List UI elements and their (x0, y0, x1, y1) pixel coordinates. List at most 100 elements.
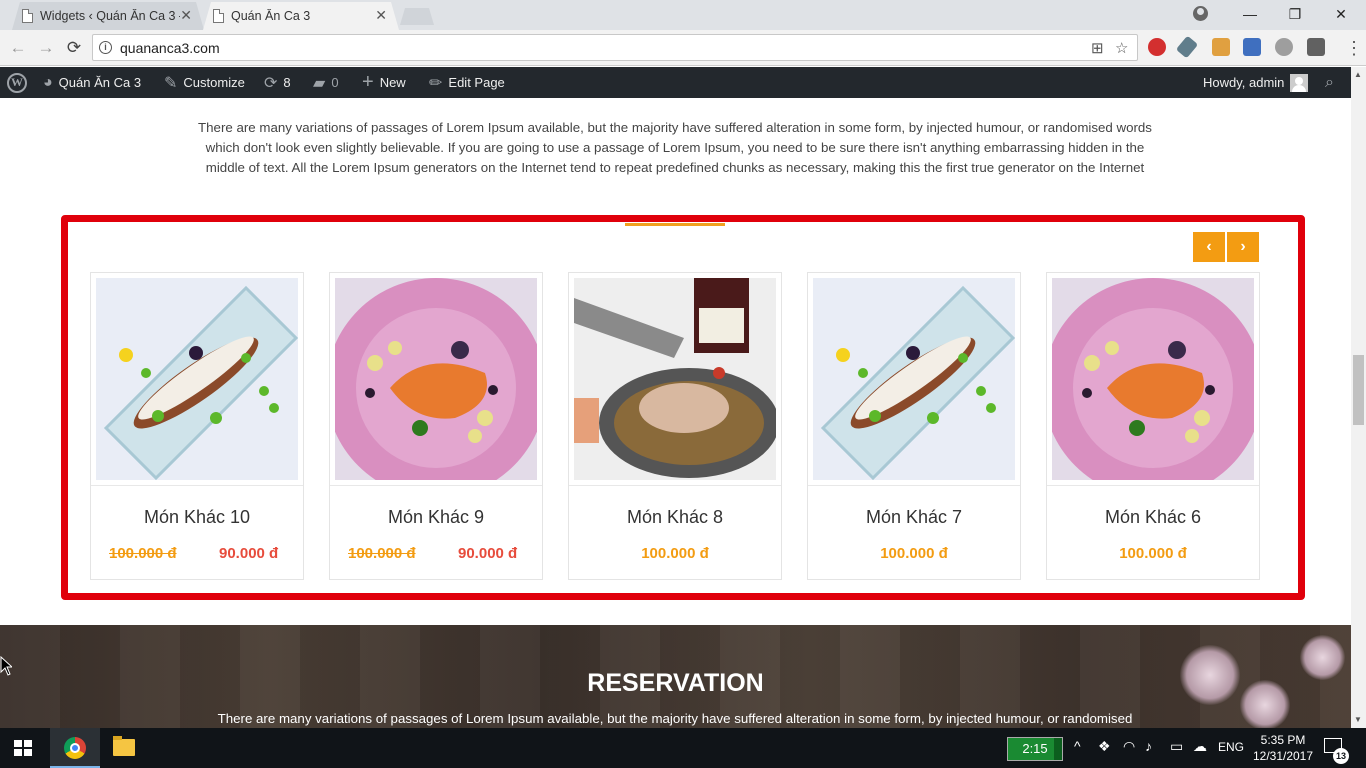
wordpress-logo[interactable]: W (7, 67, 27, 98)
avatar (1290, 73, 1309, 92)
scroll-up-icon[interactable]: ▲ (1354, 70, 1362, 79)
volume-icon[interactable]: ♪ (1145, 738, 1152, 754)
updates-icon: ⟳ (264, 74, 278, 92)
translate-icon[interactable]: ⊞ (1091, 39, 1104, 57)
chrome-icon (64, 737, 86, 759)
wifi-icon[interactable]: ◠ (1123, 738, 1135, 755)
edit-page-label: Edit Page (448, 75, 505, 90)
product-card[interactable]: Món Khác 10 100.000 đ 90.000 đ (90, 272, 304, 580)
intro-paragraph: There are many variations of passages of… (198, 120, 1152, 175)
bookmark-star-icon[interactable]: ☆ (1115, 39, 1128, 57)
updates-count: 8 (283, 75, 291, 90)
updates-link[interactable]: ⟳ 8 (264, 67, 291, 98)
close-window-button[interactable]: ✕ (1318, 0, 1364, 28)
chrome-menu-icon[interactable]: ⋮ (1345, 36, 1363, 60)
product-card[interactable]: Món Khác 7 100.000 đ (807, 272, 1021, 580)
search-icon: ⌕ (1325, 73, 1334, 91)
sale-price: 90.000 đ (219, 545, 279, 562)
slider-prev-button[interactable]: ‹ (1193, 232, 1225, 262)
extension-eyedropper-icon[interactable] (1175, 35, 1199, 59)
taskbar-chrome[interactable] (50, 728, 100, 768)
tab-title: Widgets ‹ Quán Ăn Ca 3 — (40, 9, 180, 23)
scroll-down-icon[interactable]: ▼ (1354, 715, 1362, 724)
onedrive-icon[interactable]: ☁ (1193, 738, 1207, 755)
battery-icon[interactable]: ▭ (1170, 738, 1183, 755)
show-hidden-icons-icon[interactable]: ^ (1074, 738, 1081, 754)
comments-link[interactable]: ▰ 0 (313, 67, 339, 98)
language-indicator[interactable]: ENG (1218, 740, 1244, 754)
dish-image-duck[interactable] (1052, 278, 1254, 480)
reload-icon[interactable]: ⟳ (62, 36, 86, 60)
card-divider (91, 485, 303, 486)
browser-tab-strip: Widgets ‹ Quán Ăn Ca 3 — ✕ Quán Ăn Ca 3 … (0, 0, 1366, 30)
dish-name[interactable]: Món Khác 8 (569, 507, 781, 528)
reservation-title: RESERVATION (587, 669, 764, 697)
windows-taskbar: 2:15 ^ ❖ ◠ ♪ ▭ ☁ ENG 5:35 PM 12/31/2017 … (0, 728, 1366, 768)
extension-icon-gray[interactable] (1275, 38, 1293, 56)
restore-button[interactable]: ❐ (1272, 0, 1318, 28)
edit-page-link[interactable]: ✏ Edit Page (429, 67, 505, 98)
reservation-text: There are many variations of passages of… (217, 711, 1133, 726)
battery-timer-widget[interactable]: 2:15 (1007, 737, 1063, 761)
new-label: New (379, 75, 406, 90)
dish-name[interactable]: Món Khác 9 (330, 507, 542, 528)
extension-icon-dark[interactable] (1307, 38, 1325, 56)
slider-next-button[interactable]: › (1227, 232, 1259, 262)
new-tab-button[interactable] (400, 8, 434, 25)
heading-underline-accent (625, 223, 725, 226)
dish-image-duck[interactable] (335, 278, 537, 480)
close-tab-icon[interactable]: ✕ (180, 8, 192, 22)
sale-price: 90.000 đ (458, 545, 518, 562)
card-divider (808, 485, 1020, 486)
dropbox-icon[interactable]: ❖ (1098, 738, 1111, 755)
address-bar[interactable]: i quananca3.com ⊞ ☆ (92, 34, 1138, 61)
card-divider (569, 485, 781, 486)
site-name-link[interactable]: ◕ Quán Ăn Ca 3 (43, 67, 141, 98)
price: 100.000 đ (880, 545, 948, 562)
brush-icon: ✎ (164, 74, 178, 92)
minimize-button[interactable]: — (1227, 0, 1273, 28)
wordpress-icon: W (7, 72, 27, 93)
card-divider (330, 485, 542, 486)
extension-icon-blue[interactable] (1243, 38, 1261, 56)
dish-image-fish[interactable] (96, 278, 298, 480)
page-icon (22, 9, 33, 23)
dish-image-terrine[interactable] (574, 278, 776, 480)
tab-widgets[interactable]: Widgets ‹ Quán Ăn Ca 3 — ✕ (12, 2, 204, 30)
url-text[interactable]: quananca3.com (120, 40, 220, 56)
wp-admin-bar: W ◕ Quán Ăn Ca 3 ✎ Customize ⟳ 8 ▰ 0 + N… (0, 67, 1351, 98)
extension-icon-red[interactable] (1148, 38, 1166, 56)
scrollbar-thumb[interactable] (1353, 355, 1364, 425)
customize-link[interactable]: ✎ Customize (164, 67, 245, 98)
back-icon[interactable]: ← (6, 36, 30, 60)
dish-name[interactable]: Món Khác 7 (808, 507, 1020, 528)
notification-count-badge: 13 (1333, 748, 1349, 764)
card-divider (1047, 485, 1259, 486)
dish-name[interactable]: Món Khác 6 (1047, 507, 1259, 528)
reservation-section: RESERVATION There are many variations of… (0, 625, 1351, 728)
new-content-link[interactable]: + New (362, 67, 406, 98)
profile-icon[interactable] (1193, 6, 1208, 21)
tab-quan-an-ca-3[interactable]: Quán Ăn Ca 3 ✕ (203, 2, 399, 30)
product-card[interactable]: Món Khác 6 100.000 đ (1046, 272, 1260, 580)
extension-icon-orange[interactable] (1212, 38, 1230, 56)
page-scrollbar[interactable]: ▲ ▼ (1351, 67, 1366, 728)
search-toggle[interactable]: ⌕ (1325, 67, 1334, 98)
info-icon[interactable]: i (99, 41, 112, 54)
clock-date: 12/31/2017 (1252, 749, 1314, 763)
forward-icon[interactable]: → (34, 36, 58, 60)
dish-image-fish[interactable] (813, 278, 1015, 480)
close-tab-icon[interactable]: ✕ (375, 8, 387, 22)
product-card[interactable]: Món Khác 9 100.000 đ 90.000 đ (329, 272, 543, 580)
howdy-label: Howdy, admin (1203, 75, 1285, 90)
system-clock[interactable]: 5:35 PM 12/31/2017 (1248, 732, 1318, 764)
dish-name[interactable]: Món Khác 10 (91, 507, 303, 528)
old-price: 100.000 đ (109, 545, 177, 562)
taskbar-file-explorer[interactable] (99, 728, 149, 768)
section-heading-cut-off (0, 98, 1351, 109)
customize-label: Customize (183, 75, 245, 90)
product-card[interactable]: Món Khác 8 100.000 đ (568, 272, 782, 580)
tab-title: Quán Ăn Ca 3 (231, 9, 311, 23)
account-menu[interactable]: Howdy, admin (1203, 67, 1309, 98)
windows-start-icon[interactable] (14, 740, 32, 756)
